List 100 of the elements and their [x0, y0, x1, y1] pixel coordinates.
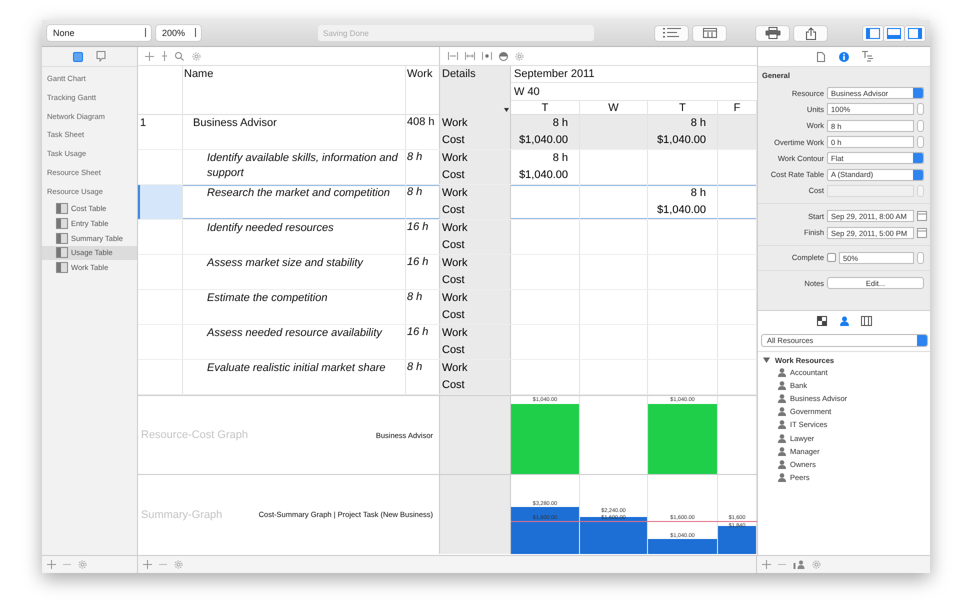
calendar-icon[interactable] [917, 211, 927, 222]
comment-tab[interactable] [94, 50, 108, 64]
add-icon[interactable] [47, 560, 56, 569]
add-icon[interactable] [762, 560, 771, 569]
grid-tab[interactable] [815, 314, 829, 328]
work-value: 8 h [407, 186, 422, 198]
zoom-select[interactable]: 200% [156, 25, 201, 41]
list-icon [662, 28, 680, 38]
settings-icon[interactable] [174, 560, 183, 569]
task-name: Assess needed resource availability [207, 327, 382, 339]
shrink-columns-icon[interactable] [465, 52, 475, 60]
usage-value: $1,040.00 [657, 134, 706, 146]
calendar-icon [702, 28, 716, 38]
calendar-icon[interactable] [917, 228, 927, 238]
share-button[interactable] [794, 26, 827, 40]
right-panel-button[interactable] [905, 26, 925, 40]
search-icon[interactable] [175, 52, 184, 60]
print-button[interactable] [756, 26, 789, 40]
task-name: Assess market size and stability [207, 257, 363, 269]
detail-label: Work [440, 150, 511, 167]
person-tab[interactable] [837, 314, 851, 328]
half-circle-icon[interactable] [499, 52, 508, 60]
table-icon [56, 232, 68, 244]
task-name: Research the market and competition [207, 187, 390, 199]
row-number-cell[interactable]: 1 [138, 115, 183, 149]
disclosure-icon[interactable] [763, 357, 770, 363]
settings-icon[interactable] [192, 52, 201, 60]
detail-label: Cost [440, 272, 511, 289]
detail-label: Work [440, 360, 511, 377]
bottom-panel-button[interactable] [884, 26, 904, 40]
work-value: 8 h [407, 361, 422, 373]
person-icon [778, 420, 786, 430]
add-icon[interactable] [143, 560, 152, 569]
detail-label: Work [440, 290, 511, 307]
person-icon [778, 368, 786, 378]
usage-value: 8 h [552, 117, 568, 129]
checkbox[interactable] [827, 253, 836, 262]
table-icon [56, 262, 68, 274]
stepper[interactable] [917, 120, 924, 132]
detail-label: Work [440, 115, 511, 132]
person-icon [778, 460, 786, 469]
work-value: 8 h [407, 291, 422, 303]
person-icon [778, 446, 786, 456]
expand-columns-icon[interactable] [448, 52, 458, 60]
add-icon[interactable] [145, 52, 154, 60]
settings-icon[interactable] [515, 52, 524, 60]
table-icon [56, 218, 68, 230]
filter-select[interactable]: None [47, 25, 151, 41]
person-icon [778, 407, 786, 416]
dropdown-arrow-icon[interactable] [504, 108, 509, 112]
indent-icon[interactable] [162, 51, 167, 61]
column-header[interactable]: Name [184, 68, 214, 80]
detail-label: Cost [440, 342, 511, 359]
month-header: September 2011 [514, 68, 595, 80]
calendar-view-button[interactable] [693, 26, 726, 40]
usage-value: 8 h [690, 117, 706, 129]
table-icon [56, 203, 68, 214]
center-today-icon[interactable] [482, 52, 492, 60]
status-field: Saving Done [318, 25, 594, 41]
stepper[interactable] [917, 252, 924, 264]
detail-label: Cost [440, 167, 511, 184]
column-header[interactable]: Work [407, 68, 432, 80]
task-name: Identify needed resources [207, 222, 334, 234]
table-icon [56, 247, 68, 258]
detail-label: Work [440, 255, 511, 272]
sidebar-right-icon [908, 28, 922, 38]
person-icon [778, 381, 786, 390]
left-panel-button[interactable] [863, 26, 883, 40]
person-icon [778, 434, 786, 443]
settings-icon[interactable] [812, 560, 821, 569]
person-icon [778, 394, 786, 404]
detail-label: Cost [440, 132, 511, 149]
info-tab[interactable] [837, 50, 851, 64]
stepper[interactable] [917, 103, 924, 116]
detail-label: Work [440, 325, 511, 342]
stepper[interactable] [917, 136, 924, 148]
people-icon[interactable] [793, 560, 805, 569]
detail-label: Cost [440, 237, 511, 254]
graph-title: Summary-Graph [141, 508, 222, 520]
work-value: 16 h [407, 326, 428, 338]
views-tab[interactable] [71, 50, 85, 64]
bottom-panel-icon [887, 28, 901, 38]
text-style-tab[interactable] [860, 50, 874, 64]
detail-label: Cost [440, 307, 511, 324]
row-number-cell[interactable] [138, 185, 183, 219]
person-icon [778, 472, 786, 482]
details-header[interactable]: Details [440, 66, 511, 116]
share-icon [804, 26, 816, 40]
detail-label: Work [440, 185, 511, 202]
usage-value: $1,040.00 [519, 169, 568, 181]
document-tab[interactable] [814, 50, 828, 64]
outline-view-button[interactable] [655, 26, 688, 40]
sidebar-left-icon [866, 28, 880, 38]
usage-value: $1,040.00 [519, 134, 568, 146]
task-name: Estimate the competition [207, 292, 328, 304]
printer-icon [764, 27, 780, 39]
settings-icon[interactable] [78, 560, 87, 569]
columns-tab[interactable] [859, 314, 873, 328]
detail-label: Cost [440, 202, 511, 219]
task-name: Evaluate realistic initial market share [207, 362, 386, 374]
